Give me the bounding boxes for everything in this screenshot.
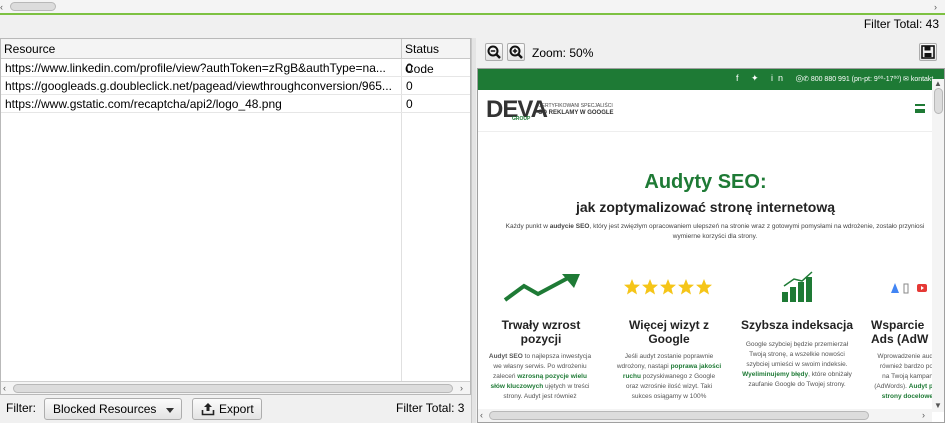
export-button[interactable]: Export — [192, 398, 262, 420]
site-phone: ✆ 800 880 991 (pn-pt: 9⁰⁰-17⁰⁰) — [803, 76, 902, 83]
site-header: DEVA GROUP CERTYFIKOWANI SPECJALIŚCI OD … — [478, 90, 944, 132]
scroll-right-icon[interactable]: › — [922, 410, 925, 420]
status-cell: 0 — [406, 61, 413, 75]
zoom-out-button[interactable] — [485, 43, 503, 61]
five-stars-icon — [624, 279, 712, 295]
trend-up-icon — [503, 274, 580, 302]
hero-text-part: , który jest zwięzłym opracowaniem uleps… — [589, 223, 925, 240]
resource-cell: https://www.linkedin.com/profile/view?au… — [5, 61, 386, 75]
filter-total-top-label: Filter Total: 43 — [863, 17, 939, 31]
hero-text: Każdy punkt w audycie SEO, który jest zw… — [492, 222, 938, 242]
zoom-level-label: Zoom: 50% — [532, 46, 594, 60]
progress-line — [0, 13, 945, 15]
scroll-down-icon[interactable]: ▼ — [934, 401, 942, 410]
site-tagline-bold: OD REKLAMY W GOOGLE — [538, 110, 614, 116]
card-text-bold: Audyt SEO — [488, 353, 523, 360]
status-cell: 0 — [406, 97, 413, 111]
table-row[interactable]: https://www.gstatic.com/recaptcha/api2/l… — [1, 95, 470, 113]
table-row[interactable]: https://googleads.g.doubleclick.net/page… — [1, 77, 470, 95]
hero-text-bold: audycie SEO — [549, 223, 590, 230]
card-text-part: Google szybciej będzie przemierzał Twoją… — [745, 341, 849, 368]
social-icons: f ✦ in ◎ — [736, 73, 809, 83]
scroll-left-icon[interactable]: ‹ — [0, 2, 8, 12]
site-phone-number: 800 880 991 (pn-pt: 9⁰⁰-17⁰⁰) — [810, 76, 902, 83]
table-horizontal-scrollbar[interactable]: ‹ › — [1, 381, 470, 394]
chevron-down-icon — [166, 408, 174, 413]
top-scrollbar[interactable]: ‹ › — [0, 0, 945, 14]
save-button[interactable] — [919, 43, 937, 61]
save-icon — [921, 45, 935, 59]
resource-table: Resource Status Code https://www.linkedi… — [0, 38, 471, 395]
hero-subtitle: jak zoptymalizować stronę internetową — [575, 199, 836, 215]
zoom-in-button[interactable] — [507, 43, 525, 61]
preview-horizontal-scrollbar[interactable]: ‹ › — [478, 409, 932, 422]
site-tagline: CERTYFIKOWANI SPECJALIŚCI — [538, 103, 613, 109]
card-title: Wsparcie Ads (AdW — [871, 318, 929, 346]
site-logo-group: GROUP — [512, 116, 531, 122]
filter-label: Filter: — [6, 401, 36, 415]
preview-vertical-scrollbar[interactable]: ▲ ▼ — [932, 79, 944, 412]
filter-dropdown-value: Blocked Resources — [53, 402, 157, 416]
scroll-right-icon[interactable]: › — [460, 382, 463, 395]
zoom-in-icon — [509, 45, 523, 59]
card-text: Audyt SEO to najlepsza inwestycja we wła… — [486, 352, 594, 402]
card-text-highlight: Wyeliminujemy błędy — [742, 371, 809, 378]
export-icon — [201, 403, 215, 416]
filter-bar: Filter: Blocked Resources Export Filter … — [0, 395, 471, 423]
column-header-status-code[interactable]: Status Code — [402, 39, 470, 76]
scrollbar-thumb[interactable] — [13, 384, 453, 393]
hero-text-part: Każdy punkt w — [505, 223, 550, 230]
card-text: Jeśli audyt zostanie poprawnie wdrożony,… — [616, 352, 722, 402]
hero-title: Audyty SEO: — [644, 171, 767, 193]
bar-growth-icon — [782, 271, 813, 302]
site-contact: ✉ kontakt — [903, 76, 934, 83]
preview-toolbar: Zoom: 50% — [477, 38, 945, 68]
scrollbar-thumb[interactable] — [489, 411, 869, 420]
google-ads-icon — [891, 283, 927, 294]
filter-total-bar: Filter Total: 43 — [0, 16, 945, 34]
card-title: Trwały wzrost pozycji — [501, 318, 581, 346]
card-text: Google szybciej będzie przemierzał Twoją… — [738, 340, 856, 390]
table-header: Resource Status Code — [1, 39, 470, 76]
resource-cell: https://www.gstatic.com/recaptcha/api2/l… — [5, 97, 282, 111]
zoom-out-icon — [487, 45, 501, 59]
card-title: Więcej wizyt z Google — [629, 318, 709, 346]
filter-total-label: Filter Total: 3 — [396, 401, 465, 415]
scroll-right-icon[interactable]: › — [934, 2, 942, 12]
column-header-resource[interactable]: Resource — [1, 39, 402, 59]
site-contact-label: kontakt — [910, 76, 934, 83]
hamburger-menu-icon — [915, 104, 925, 113]
scroll-left-icon[interactable]: ‹ — [480, 410, 483, 420]
scroll-up-icon[interactable]: ▲ — [934, 79, 942, 88]
export-label: Export — [219, 402, 254, 416]
scrollbar-thumb[interactable] — [10, 2, 56, 11]
filter-dropdown[interactable]: Blocked Resources — [44, 398, 182, 420]
page-preview: f ✦ in ◎ ✆ 800 880 991 (pn-pt: 9⁰⁰-17⁰⁰)… — [477, 68, 945, 423]
status-cell: 0 — [406, 79, 413, 93]
scrollbar-thumb[interactable] — [934, 88, 943, 114]
table-row[interactable]: https://www.linkedin.com/profile/view?au… — [1, 59, 470, 77]
scroll-left-icon[interactable]: ‹ — [3, 382, 6, 395]
card-title: Szybsza indeksacja — [740, 318, 854, 332]
card-text: Wprowadzenie aud również bardzo po na Tw… — [871, 352, 933, 402]
resource-cell: https://googleads.g.doubleclick.net/page… — [5, 79, 392, 93]
site-topbar: f ✦ in ◎ ✆ 800 880 991 (pn-pt: 9⁰⁰-17⁰⁰)… — [478, 69, 944, 90]
panel-splitter[interactable] — [471, 38, 476, 423]
